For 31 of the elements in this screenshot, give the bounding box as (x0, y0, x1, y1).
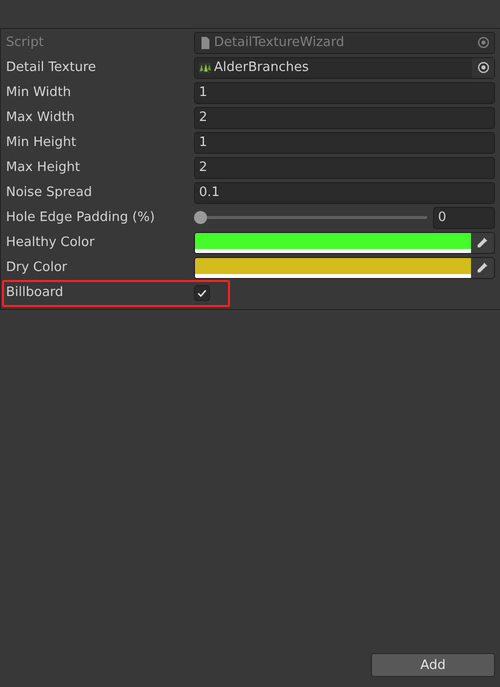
field-label: Hole Edge Padding (%) (6, 210, 156, 225)
add-button[interactable]: Add (371, 653, 495, 677)
text-field[interactable]: 1 (194, 132, 495, 154)
text-field[interactable]: 2 (194, 106, 495, 128)
field-label: Healthy Color (6, 235, 96, 250)
field-label: Min Width (6, 85, 72, 100)
texture-thumbnail-icon (198, 60, 212, 74)
color-swatch[interactable] (195, 258, 471, 278)
field-label: Max Height (6, 160, 81, 175)
field-label: Dry Color (6, 260, 68, 275)
eyedropper-button[interactable] (471, 258, 494, 278)
field-label: Min Height (6, 135, 78, 150)
text-field[interactable]: 0.1 (194, 182, 495, 204)
object-field: DetailTextureWizard (194, 32, 495, 54)
eyedropper-icon (476, 261, 489, 274)
number-field[interactable]: 0 (433, 206, 495, 228)
text-field[interactable]: 2 (194, 156, 495, 178)
field-label: Detail Texture (6, 60, 98, 75)
field-label: Noise Spread (6, 185, 93, 200)
color-swatch[interactable] (195, 232, 471, 252)
text-field[interactable]: 1 (194, 82, 495, 104)
object-field[interactable]: AlderBranches (194, 56, 495, 78)
slider-thumb[interactable] (194, 211, 207, 224)
field-label: Max Width (6, 110, 76, 125)
object-picker-icon (476, 61, 490, 74)
object-picker-icon (476, 36, 490, 49)
eyedropper-button[interactable] (471, 232, 494, 252)
eyedropper-icon (476, 236, 489, 249)
checkbox[interactable] (194, 284, 210, 300)
field-label: Billboard (6, 285, 64, 300)
field-label: Script (6, 35, 45, 50)
